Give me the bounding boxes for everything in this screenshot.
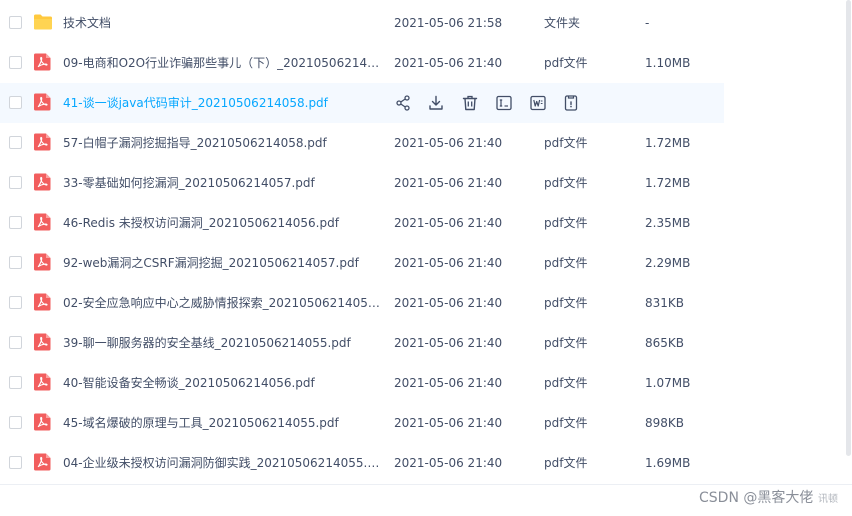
pdf-file-icon <box>33 173 53 191</box>
word-convert-icon[interactable] <box>529 94 547 112</box>
modified-time: 2021-05-06 21:40 <box>394 136 503 150</box>
file-row[interactable]: 04-企业级未授权访问漏洞防御实践_20210506214055.pdf 2021… <box>0 443 852 483</box>
row-checkbox[interactable] <box>9 176 22 189</box>
file-size: 865KB <box>645 336 685 350</box>
row-checkbox[interactable] <box>9 136 22 149</box>
file-row[interactable]: 92-web漏洞之CSRF漏洞挖掘_20210506214057.pdf 2021… <box>0 243 852 283</box>
file-name[interactable]: 39-聊一聊服务器的安全基线_20210506214055.pdf <box>63 335 381 351</box>
file-size: 1.07MB <box>645 376 691 390</box>
modified-time: 2021-05-06 21:40 <box>394 456 503 470</box>
more-icon[interactable] <box>562 94 580 112</box>
pdf-file-icon <box>33 253 53 271</box>
pdf-file-icon <box>33 293 53 311</box>
file-size: - <box>645 16 650 30</box>
file-size: 1.10MB <box>645 56 691 70</box>
file-name[interactable]: 技术文档 <box>63 15 381 31</box>
download-icon[interactable] <box>427 94 445 112</box>
file-size: 831KB <box>645 296 685 310</box>
file-size: 898KB <box>645 416 685 430</box>
file-name[interactable]: 09-电商和O2O行业诈骗那些事儿（下）_20210506214058.pdf <box>63 55 381 71</box>
file-type: pdf文件 <box>544 256 588 270</box>
file-name[interactable]: 45-域名爆破的原理与工具_20210506214055.pdf <box>63 415 381 431</box>
row-checkbox[interactable] <box>9 96 22 109</box>
folder-icon <box>33 13 53 31</box>
file-name[interactable]: 02-安全应急响应中心之威胁情报探索_20210506214056.pdf <box>63 295 381 311</box>
file-type: pdf文件 <box>544 456 588 470</box>
file-size: 2.35MB <box>645 216 691 230</box>
row-checkbox[interactable] <box>9 216 22 229</box>
file-type: pdf文件 <box>544 376 588 390</box>
file-size: 1.69MB <box>645 456 691 470</box>
file-name[interactable]: 46-Redis 未授权访问漏洞_20210506214056.pdf <box>63 215 381 231</box>
scrollbar-thumb[interactable] <box>846 0 851 456</box>
watermark-subtext: 讯顿 <box>818 494 838 505</box>
row-checkbox[interactable] <box>9 336 22 349</box>
delete-icon[interactable] <box>461 94 479 112</box>
file-row[interactable]: 39-聊一聊服务器的安全基线_20210506214055.pdf 2021-05… <box>0 323 852 363</box>
file-row[interactable]: 40-智能设备安全畅谈_20210506214056.pdf 2021-05-06… <box>0 363 852 403</box>
file-row[interactable]: 09-电商和O2O行业诈骗那些事儿（下）_20210506214058.pdf 2… <box>0 43 852 83</box>
row-checkbox[interactable] <box>9 296 22 309</box>
file-type: pdf文件 <box>544 136 588 150</box>
row-checkbox[interactable] <box>9 456 22 469</box>
watermark-text: CSDN @黑客大佬 <box>699 490 814 506</box>
modified-time: 2021-05-06 21:40 <box>394 56 503 70</box>
rename-icon[interactable] <box>495 94 513 112</box>
modified-time: 2021-05-06 21:40 <box>394 336 503 350</box>
file-type: pdf文件 <box>544 336 588 350</box>
modified-time: 2021-05-06 21:40 <box>394 216 503 230</box>
file-list: 技术文档 2021-05-06 21:58 文件夹 - 09-电商和O2O行业诈骗那些事… <box>0 3 852 483</box>
file-type: pdf文件 <box>544 56 588 70</box>
pdf-file-icon <box>33 213 53 231</box>
row-checkbox[interactable] <box>9 376 22 389</box>
modified-time: 2021-05-06 21:40 <box>394 296 503 310</box>
modified-time: 2021-05-06 21:40 <box>394 256 503 270</box>
file-manager: 技术文档 2021-05-06 21:58 文件夹 - 09-电商和O2O行业诈骗那些事… <box>0 0 852 516</box>
file-row[interactable]: 45-域名爆破的原理与工具_20210506214055.pdf 2021-05-… <box>0 403 852 443</box>
file-name[interactable]: 40-智能设备安全畅谈_20210506214056.pdf <box>63 375 381 391</box>
file-name[interactable]: 57-白帽子漏洞挖掘指导_20210506214058.pdf <box>63 135 381 151</box>
modified-time: 2021-05-06 21:40 <box>394 376 503 390</box>
file-row[interactable]: 33-零基础如何挖漏洞_20210506214057.pdf 2021-05-06… <box>0 163 852 203</box>
file-name[interactable]: 92-web漏洞之CSRF漏洞挖掘_20210506214057.pdf <box>63 255 381 271</box>
pdf-file-icon <box>33 93 53 111</box>
file-size: 1.72MB <box>645 136 691 150</box>
pdf-file-icon <box>33 413 53 431</box>
modified-time: 2021-05-06 21:58 <box>394 16 503 30</box>
file-row[interactable]: 41-谈一谈java代码审计_20210506214058.pdf <box>0 83 852 123</box>
file-size: 1.72MB <box>645 176 691 190</box>
file-name[interactable]: 04-企业级未授权访问漏洞防御实践_20210506214055.pdf <box>63 455 381 471</box>
file-type: pdf文件 <box>544 176 588 190</box>
file-row[interactable]: 57-白帽子漏洞挖掘指导_20210506214058.pdf 2021-05-0… <box>0 123 852 163</box>
file-size: 2.29MB <box>645 256 691 270</box>
modified-time: 2021-05-06 21:40 <box>394 416 503 430</box>
row-checkbox[interactable] <box>9 56 22 69</box>
row-checkbox[interactable] <box>9 16 22 29</box>
share-icon[interactable] <box>394 94 412 112</box>
file-type: pdf文件 <box>544 296 588 310</box>
file-type: pdf文件 <box>544 216 588 230</box>
file-type: 文件夹 <box>544 16 581 30</box>
pdf-file-icon <box>33 133 53 151</box>
file-row[interactable]: 46-Redis 未授权访问漏洞_20210506214056.pdf 2021-… <box>0 203 852 243</box>
list-bottom-divider <box>0 484 852 485</box>
pdf-file-icon <box>33 453 53 471</box>
file-name[interactable]: 33-零基础如何挖漏洞_20210506214057.pdf <box>63 175 381 191</box>
pdf-file-icon <box>33 333 53 351</box>
row-checkbox[interactable] <box>9 416 22 429</box>
file-row[interactable]: 02-安全应急响应中心之威胁情报探索_20210506214056.pdf 202… <box>0 283 852 323</box>
modified-time: 2021-05-06 21:40 <box>394 176 503 190</box>
row-checkbox[interactable] <box>9 256 22 269</box>
pdf-file-icon <box>33 53 53 71</box>
file-type: pdf文件 <box>544 416 588 430</box>
folder-row[interactable]: 技术文档 2021-05-06 21:58 文件夹 - <box>0 3 852 43</box>
pdf-file-icon <box>33 373 53 391</box>
file-name[interactable]: 41-谈一谈java代码审计_20210506214058.pdf <box>63 95 381 111</box>
